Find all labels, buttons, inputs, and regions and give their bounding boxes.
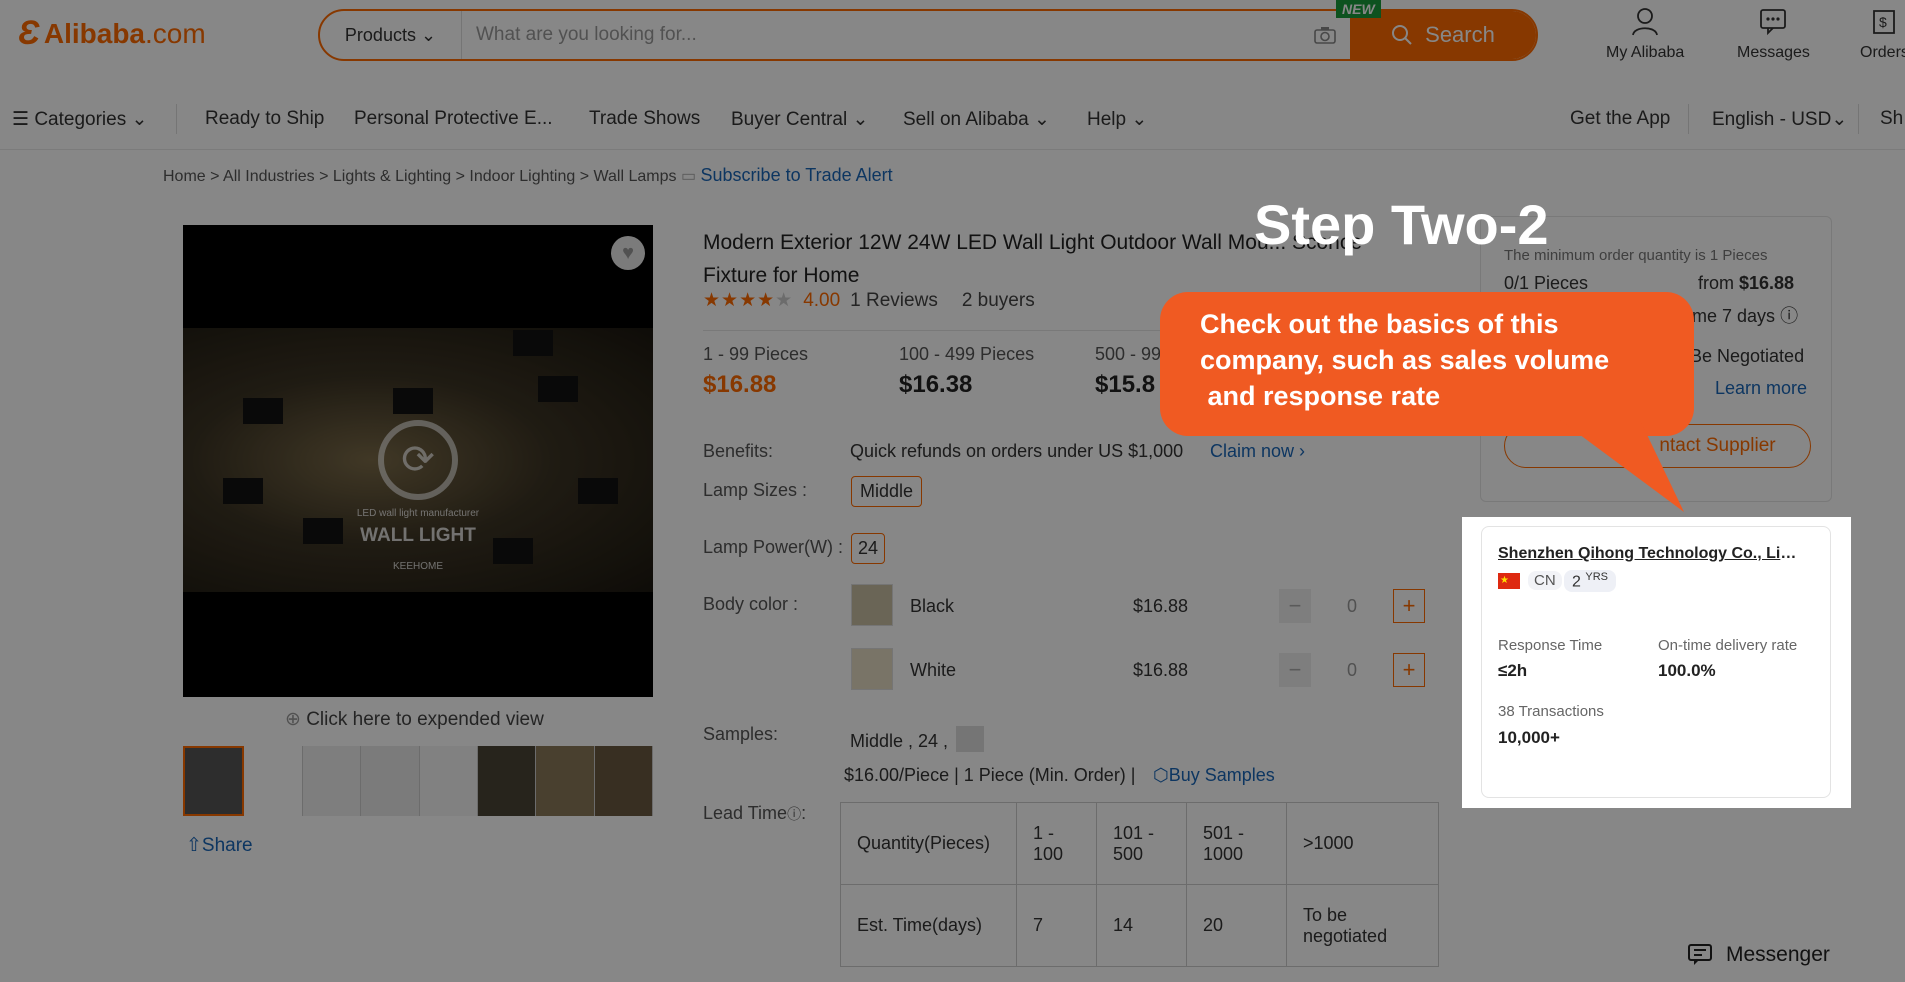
ontime-delivery-label: On-time delivery rate: [1658, 637, 1798, 654]
supplier-card: Shenzhen Qihong Technology Co., Limi... …: [1481, 526, 1831, 798]
china-flag-icon: ★: [1498, 573, 1520, 589]
years-badge: 2 YRS: [1564, 570, 1616, 593]
supplier-name-link[interactable]: Shenzhen Qihong Technology Co., Limi...: [1498, 545, 1810, 563]
step-title: Step Two-2: [1254, 193, 1549, 256]
ontime-delivery-value: 100.0%: [1658, 661, 1716, 680]
transactions-label: 38 Transactions: [1498, 703, 1604, 720]
callout-pointer: [1560, 420, 1684, 512]
response-time-label: Response Time: [1498, 637, 1603, 654]
transactions-value: 10,000+: [1498, 728, 1560, 747]
callout-bubble: Check out the basics of this company, su…: [1160, 292, 1694, 436]
response-time-value: ≤2h: [1498, 661, 1528, 680]
country-code: CN: [1528, 571, 1562, 590]
